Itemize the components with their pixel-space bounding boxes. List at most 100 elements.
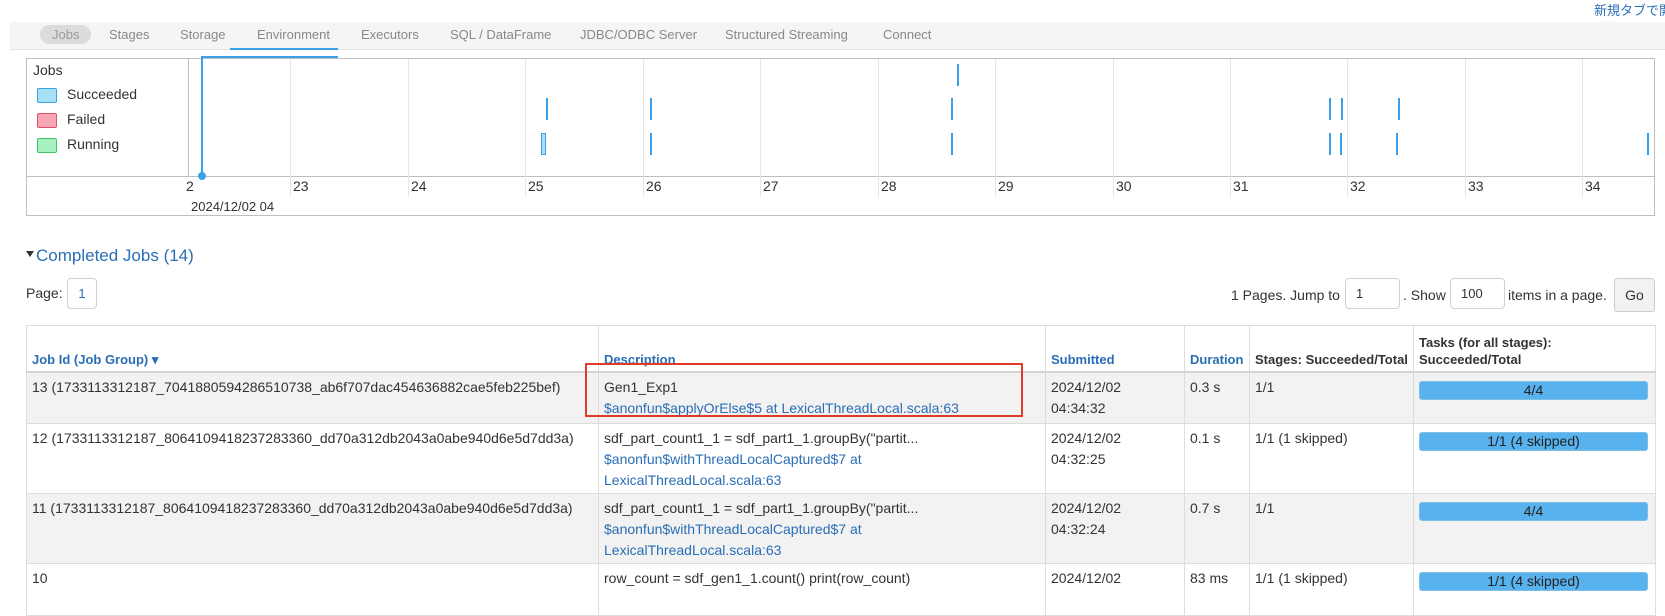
timeline-gridline <box>760 59 761 197</box>
timeline-gridline <box>643 59 644 197</box>
timeline-job-marker[interactable] <box>650 98 652 120</box>
submitted-cell: 2024/12/02 04:32:25 <box>1045 423 1185 494</box>
description-text: sdf_part_count1_1 = sdf_part1_1.groupBy(… <box>604 500 919 516</box>
tab-sql-dataframe[interactable]: SQL / DataFrame <box>450 27 551 42</box>
tasks-progress-bar: 4/4 <box>1419 380 1648 400</box>
timeline-gridline <box>1347 59 1348 197</box>
tasks-progress-bar: 4/4 <box>1419 502 1648 521</box>
duration-cell: 0.7 s <box>1184 493 1250 564</box>
timeline-gridline <box>1465 59 1466 197</box>
col-header-submitted[interactable]: Submitted <box>1045 325 1185 373</box>
timeline-job-marker[interactable] <box>1329 98 1331 120</box>
timeline-job-marker[interactable] <box>951 98 953 120</box>
page-size-input[interactable]: 100 <box>1450 278 1505 309</box>
description-text: sdf_part_count1_1 = sdf_part1_1.groupBy(… <box>604 430 919 446</box>
timeline-job-marker[interactable] <box>541 133 546 155</box>
show-text: . Show <box>1403 287 1446 303</box>
timeline-job-marker[interactable] <box>1340 133 1342 155</box>
description-text: row_count = sdf_gen1_1.count() print(row… <box>604 570 911 586</box>
timeline-job-marker[interactable] <box>546 98 548 120</box>
stages-cell: 1/1 (1 skipped) <box>1249 423 1414 494</box>
tab-executors[interactable]: Executors <box>361 27 419 42</box>
col-header-duration[interactable]: Duration <box>1184 325 1250 373</box>
timeline-job-marker[interactable] <box>1647 133 1649 155</box>
tasks-cell: 4/4 <box>1413 493 1656 564</box>
go-button[interactable]: Go <box>1614 278 1655 312</box>
table-row: 13 (1733113312187_7041880594286510738_ab… <box>26 371 1656 424</box>
timeline-tick-label: 24 <box>411 178 427 194</box>
job-id-cell: 13 (1733113312187_7041880594286510738_ab… <box>26 371 599 424</box>
tab-jdbc-odbc-server[interactable]: JDBC/ODBC Server <box>580 27 697 42</box>
tab-connect[interactable]: Connect <box>883 27 931 42</box>
description-link[interactable]: $anonfun$withThreadLocalCaptured$7 at Le… <box>604 519 1040 561</box>
caret-down-icon <box>26 250 34 257</box>
tab-structured-streaming[interactable]: Structured Streaming <box>725 27 848 42</box>
timeline-tick-label: 32 <box>1350 178 1366 194</box>
sort-link-duration[interactable]: Duration <box>1190 352 1243 367</box>
timeline-current-time-line <box>201 58 203 176</box>
timeline-current-time-dot[interactable] <box>198 172 206 180</box>
tasks-progress-bar: 1/1 (4 skipped) <box>1419 432 1648 451</box>
tab-environment[interactable]: Environment <box>257 27 330 42</box>
timeline-tick-label: 25 <box>528 178 544 194</box>
submitted-cell: 2024/12/02 04:32:24 <box>1045 493 1185 564</box>
table-row: 10 row_count = sdf_gen1_1.count() print(… <box>26 563 1656 616</box>
tasks-cell: 1/1 (4 skipped) <box>1413 423 1656 494</box>
tab-stages[interactable]: Stages <box>109 27 149 42</box>
open-in-new-tab-link[interactable]: 新規タブで開く <box>1594 0 1665 19</box>
sort-link-job-id[interactable]: Job Id (Job Group) ▾ <box>32 352 158 367</box>
sort-link-submitted[interactable]: Submitted <box>1051 352 1115 367</box>
table-row: 12 (1733113312187_8064109418237283360_dd… <box>26 423 1656 494</box>
description-text: Gen1_Exp1 <box>604 378 678 395</box>
tab-storage[interactable]: Storage <box>180 27 226 42</box>
timeline-gridline <box>1582 59 1583 197</box>
table-row: 11 (1733113312187_8064109418237283360_dd… <box>26 493 1656 564</box>
timeline-job-marker[interactable] <box>1398 98 1400 120</box>
timeline-job-marker[interactable] <box>1341 98 1343 120</box>
col-header-description[interactable]: Description <box>598 325 1046 373</box>
items-in-page-text: items in a page. <box>1508 287 1607 303</box>
timeline-current-time-line <box>201 56 338 58</box>
legend-swatch-failed <box>37 113 57 128</box>
timeline-tick-label: 29 <box>998 178 1014 194</box>
completed-jobs-toggle[interactable]: Completed Jobs (14) <box>26 246 194 266</box>
timeline-job-marker[interactable] <box>1329 133 1331 155</box>
event-timeline[interactable] <box>26 58 1655 216</box>
legend-label-running: Running <box>67 136 120 152</box>
tab-active-underline <box>230 48 338 50</box>
stages-cell: 1/1 (1 skipped) <box>1249 563 1414 616</box>
table-header-row: Job Id (Job Group) ▾ Description Submitt… <box>26 325 1656 373</box>
duration-cell: 83 ms <box>1184 563 1250 616</box>
description-link[interactable]: $anonfun$applyOrElse$5 at LexicalThreadL… <box>604 398 1040 419</box>
timeline-job-marker[interactable] <box>957 64 959 86</box>
tasks-cell: 1/1 (4 skipped) <box>1413 563 1656 616</box>
timeline-tick-label: 23 <box>293 178 309 194</box>
timeline-tick-label: 26 <box>646 178 662 194</box>
legend-label-succeeded: Succeeded <box>67 86 138 102</box>
navbar: Jobs Stages Storage Environment Executor… <box>10 22 1665 50</box>
timeline-job-marker[interactable] <box>650 133 652 155</box>
page-1-link[interactable]: 1 <box>67 278 97 309</box>
description-link[interactable]: $anonfun$withThreadLocalCaptured$7 at Le… <box>604 449 1040 491</box>
timeline-tick-label: 31 <box>1233 178 1249 194</box>
timeline-gridline <box>995 59 996 197</box>
timeline-jobs-label: Jobs <box>33 62 63 78</box>
tab-jobs[interactable]: Jobs <box>40 25 92 44</box>
submitted-cell: 2024/12/02 <box>1045 563 1185 616</box>
timeline-tick-label: 28 <box>881 178 897 194</box>
sort-link-description[interactable]: Description <box>604 352 676 367</box>
completed-jobs-title: Completed Jobs (14) <box>36 246 194 265</box>
timeline-tick-label: 34 <box>1585 178 1601 194</box>
timeline-job-marker[interactable] <box>951 133 953 155</box>
stages-cell: 1/1 <box>1249 371 1414 424</box>
timeline-job-marker[interactable] <box>1396 133 1398 155</box>
duration-cell: 0.1 s <box>1184 423 1250 494</box>
timeline-gridline <box>1230 59 1231 197</box>
jump-to-page-input[interactable]: 1 <box>1345 278 1400 309</box>
timeline-gridline <box>408 59 409 197</box>
job-id-cell: 12 (1733113312187_8064109418237283360_dd… <box>26 423 599 494</box>
col-header-tasks: Tasks (for all stages): Succeeded/Total <box>1413 325 1656 373</box>
timeline-gridline <box>525 59 526 197</box>
col-header-job-id[interactable]: Job Id (Job Group) ▾ <box>26 325 599 373</box>
timeline-gridline <box>1113 59 1114 197</box>
